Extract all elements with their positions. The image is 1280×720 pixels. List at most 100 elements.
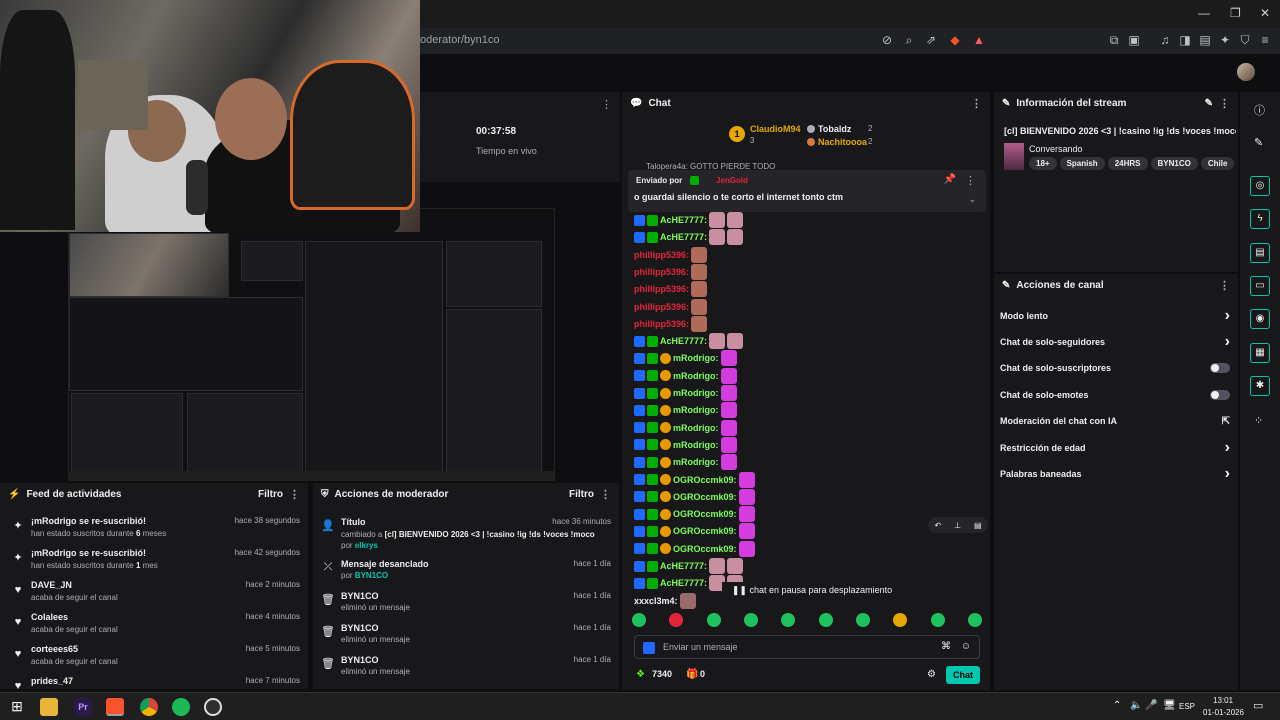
more-icon[interactable]: ⋮ <box>965 174 976 187</box>
chat-username[interactable]: phillipp5396: <box>634 250 689 260</box>
lightning-icon[interactable]: ϟ <box>1250 209 1270 229</box>
emote-icon[interactable] <box>818 613 833 627</box>
channel-action-item[interactable]: Chat de solo-emotes <box>1000 386 1230 404</box>
chat-message[interactable]: phillipp5396: <box>634 281 708 298</box>
url-field[interactable]: oderator/byn1co <box>420 29 860 51</box>
emote-icon[interactable] <box>855 613 870 627</box>
stream-tag[interactable]: Chile <box>1200 157 1234 170</box>
chat-message[interactable]: OGROccmk09: <box>634 540 755 557</box>
chat-username[interactable]: OGROccmk09: <box>673 492 737 502</box>
chat-username[interactable]: OGROccmk09: <box>673 526 737 536</box>
chat-icon[interactable]: ▭ <box>1250 276 1270 296</box>
chat-message[interactable]: xxxcl3m4: <box>634 592 696 609</box>
clock-time[interactable]: 13:01 <box>1213 696 1233 705</box>
volume-icon[interactable]: 🔈 <box>1130 700 1142 711</box>
list-icon[interactable]: ▤ <box>1250 243 1270 263</box>
emote-icon[interactable] <box>893 613 908 627</box>
chat-message[interactable]: phillipp5396: <box>634 263 708 280</box>
apps-icon[interactable]: ⁘ <box>1254 414 1263 427</box>
more-icon[interactable]: ⋮ <box>1219 97 1230 110</box>
chat-username[interactable]: mRodrigo: <box>673 388 719 398</box>
minimize-icon[interactable]: — <box>1198 6 1210 20</box>
emote-icon[interactable] <box>669 613 684 627</box>
edit-icon[interactable]: ✎ <box>1254 136 1263 149</box>
chat-username[interactable]: AcHE7777: <box>660 578 707 588</box>
send-chat-button[interactable]: Chat <box>946 666 980 684</box>
chat-username[interactable]: phillipp5396: <box>634 319 689 329</box>
network-icon[interactable]: 🖥 <box>1163 700 1176 711</box>
more-icon[interactable]: ⋮ <box>971 97 982 110</box>
chat-message[interactable]: phillipp5396: <box>634 298 708 315</box>
obs-icon[interactable] <box>204 698 222 716</box>
chat-username[interactable]: mRodrigo: <box>673 353 719 363</box>
chat-message[interactable]: mRodrigo: <box>634 454 737 471</box>
toggle-switch[interactable] <box>1210 390 1230 400</box>
external-link-icon[interactable]: ⇱ <box>1222 416 1230 427</box>
emote-icon[interactable] <box>930 613 945 627</box>
chat-message[interactable]: phillipp5396: <box>634 246 708 263</box>
music-icon[interactable]: ♫ <box>1158 33 1172 47</box>
pin-icon[interactable]: ⊥ <box>954 521 961 530</box>
chat-username[interactable]: AcHE7777: <box>660 336 707 346</box>
vpn-icon[interactable]: ⛉ <box>1238 33 1252 47</box>
channel-action-item[interactable]: Restricción de edad › <box>1000 439 1230 457</box>
info-icon[interactable]: ⓘ <box>1254 102 1265 118</box>
sidebar-icon[interactable]: ◨ <box>1178 33 1192 47</box>
chat-username[interactable]: AcHE7777: <box>660 232 707 242</box>
wrench-icon[interactable]: ✱ <box>1250 376 1270 396</box>
chat-message[interactable]: OGROccmk09: <box>634 506 755 523</box>
file-explorer-icon[interactable] <box>40 698 58 716</box>
chat-paused-banner[interactable]: ❚❚ chat en pausa para desplazamiento <box>722 582 902 598</box>
chat-message[interactable]: AcHE7777: <box>634 212 744 228</box>
more-icon[interactable]: ⋮ <box>601 98 612 111</box>
stream-tag[interactable]: 18+ <box>1029 157 1057 170</box>
chat-message[interactable]: AcHE7777: <box>634 229 744 246</box>
chrome-icon[interactable] <box>140 698 158 716</box>
chat-username[interactable]: OGROccmk09: <box>673 475 737 485</box>
chat-username[interactable]: AcHE7777: <box>660 561 707 571</box>
chat-message[interactable]: mRodrigo: <box>634 367 737 384</box>
channel-action-item[interactable]: Palabras baneadas › <box>1000 465 1230 483</box>
chat-username[interactable]: mRodrigo: <box>673 457 719 467</box>
stream-tag[interactable]: BYN1CO <box>1150 157 1198 170</box>
layout-icon[interactable]: ▦ <box>1250 343 1270 363</box>
chat-username[interactable]: OGROccmk09: <box>673 509 737 519</box>
emote-icon[interactable] <box>967 613 982 627</box>
chat-input[interactable]: Enviar un mensaje ⌘ ☺ <box>634 635 980 659</box>
feed-filter-button[interactable]: Filtro <box>258 489 283 500</box>
more-icon[interactable]: ⋮ <box>1219 279 1230 292</box>
maximize-icon[interactable]: ❐ <box>1230 6 1241 20</box>
spotify-icon[interactable] <box>172 698 190 716</box>
modact-filter-button[interactable]: Filtro <box>569 489 594 500</box>
windows-start-icon[interactable]: ⊞ <box>8 698 26 716</box>
stream-category[interactable]: Conversando <box>1029 144 1083 154</box>
notifications-icon[interactable]: ▭ <box>1253 699 1263 712</box>
emote-icon[interactable] <box>781 613 796 627</box>
chat-message[interactable]: OGROccmk09: <box>634 523 755 540</box>
more-icon[interactable]: ⋮ <box>289 488 300 501</box>
chat-username[interactable]: mRodrigo: <box>673 440 719 450</box>
reply-icon[interactable]: ↶ <box>934 521 941 530</box>
chevron-right-icon[interactable]: › <box>1225 307 1230 325</box>
edit-icon[interactable]: ✎ <box>1205 98 1213 109</box>
emote-icon[interactable] <box>632 613 646 627</box>
close-icon[interactable]: ✕ <box>1260 6 1270 20</box>
more-icon[interactable]: ⋮ <box>600 488 611 501</box>
chevron-right-icon[interactable]: › <box>1225 333 1230 351</box>
trash-icon[interactable]: ▤ <box>974 521 982 530</box>
chat-username[interactable]: mRodrigo: <box>673 423 719 433</box>
emote-icon[interactable] <box>743 613 758 627</box>
channel-action-item[interactable]: Moderación del chat con IA ⇱ <box>1000 412 1230 430</box>
chat-username[interactable]: OGROccmk09: <box>673 544 737 554</box>
screenshot-icon[interactable]: ▣ <box>1127 33 1141 47</box>
mod-tool-icon[interactable]: ◎ <box>1250 176 1270 196</box>
stream-tag[interactable]: Spanish <box>1059 157 1105 170</box>
chat-message[interactable]: mRodrigo: <box>634 350 737 367</box>
chat-message[interactable]: OGROccmk09: <box>634 488 755 505</box>
chat-message[interactable]: OGROccmk09: <box>634 471 755 488</box>
zoom-icon[interactable]: ⌕ <box>902 33 916 47</box>
chevron-down-icon[interactable]: ⌄ <box>968 194 976 205</box>
chat-message[interactable]: mRodrigo: <box>634 436 737 453</box>
pin-icon[interactable]: 📌 <box>944 174 956 185</box>
chat-username[interactable]: phillipp5396: <box>634 302 689 312</box>
